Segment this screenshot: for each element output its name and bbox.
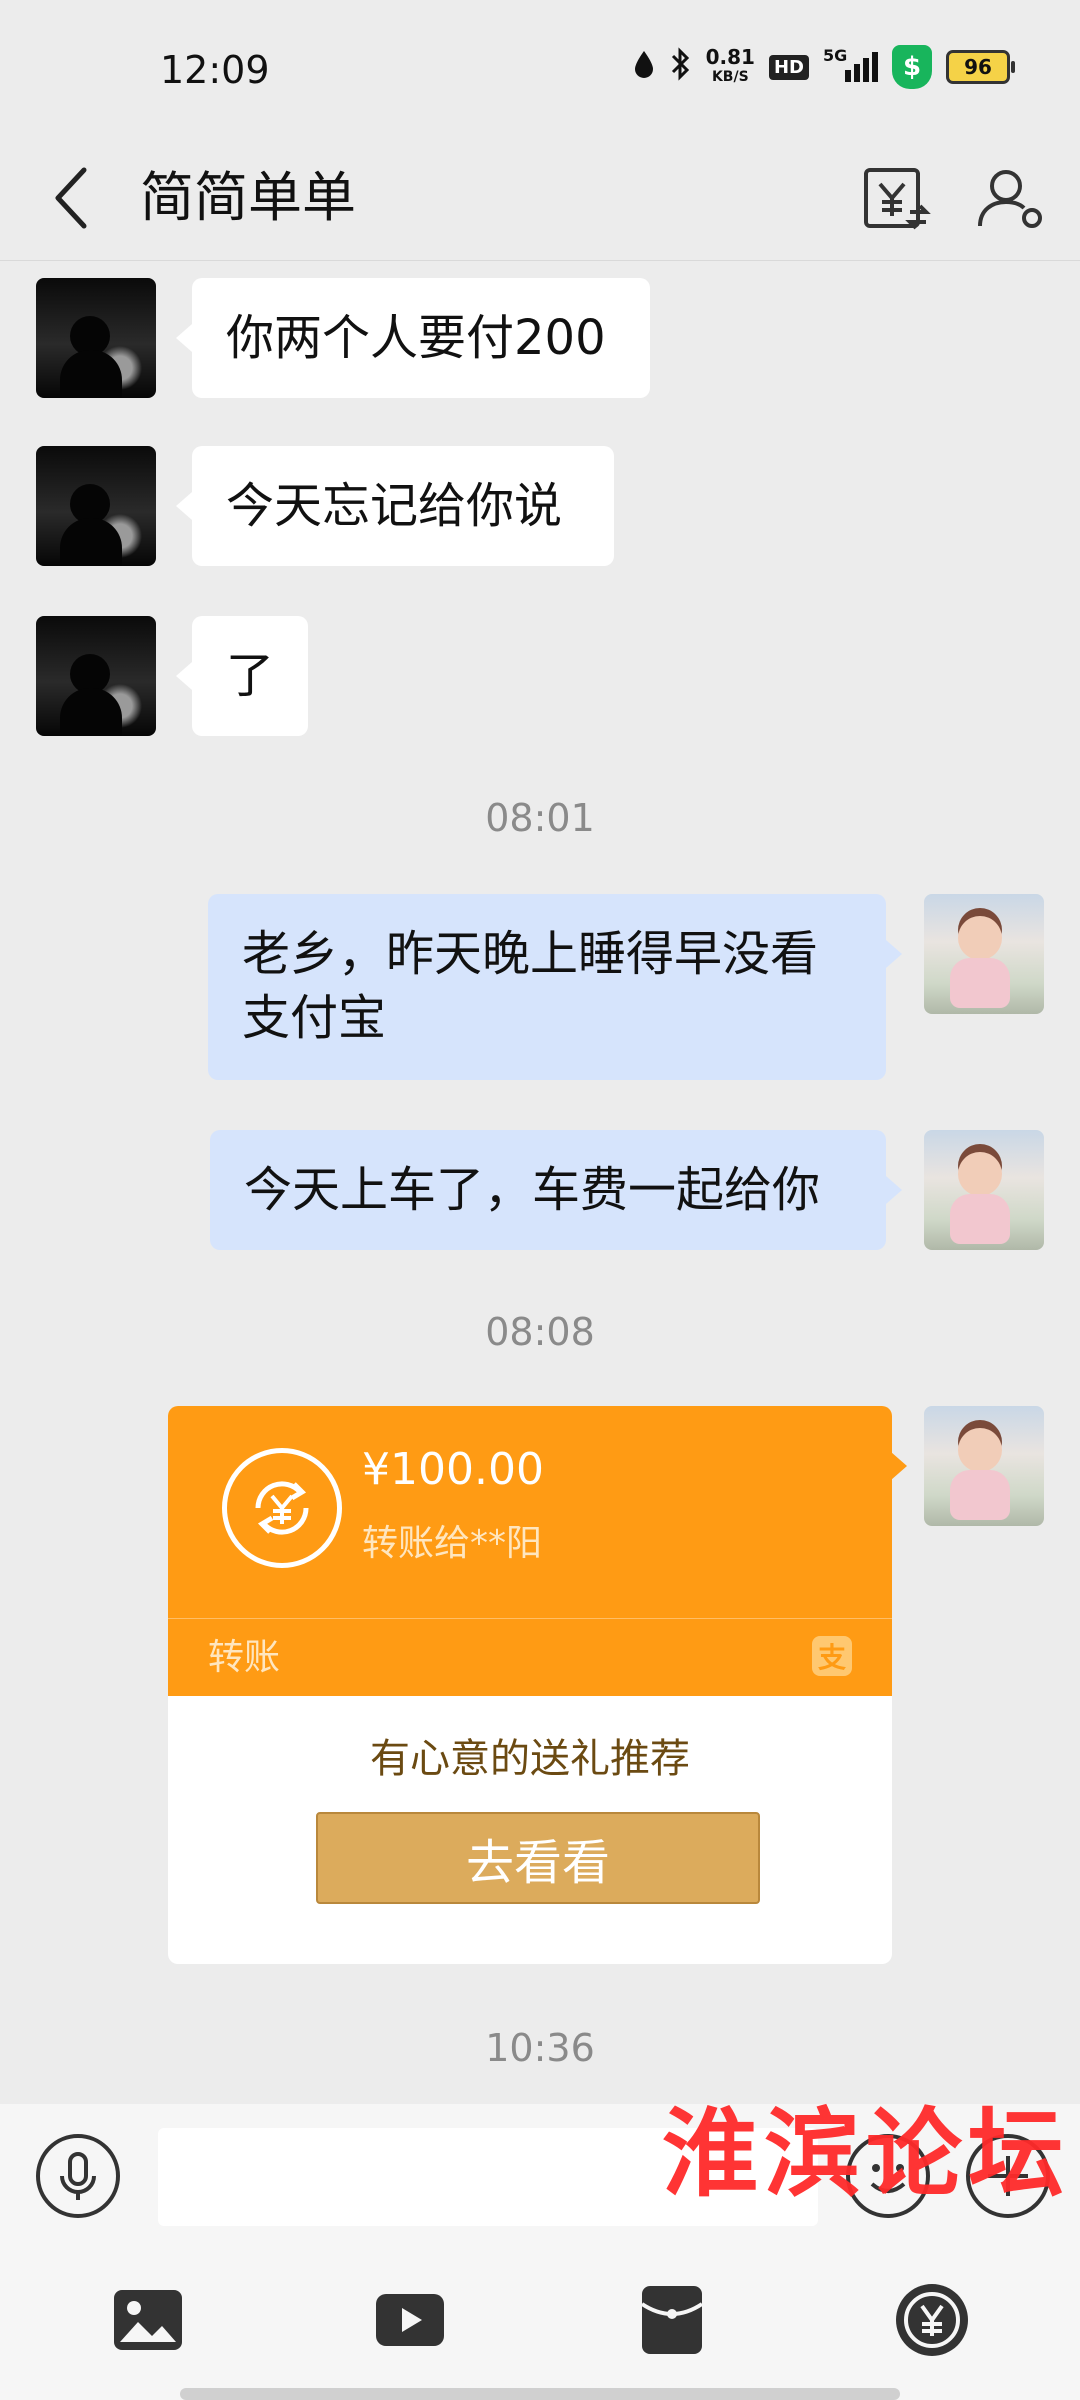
status-icons: 0.81 KB/S HD 5G $ 96 [632, 45, 1015, 89]
message-bubble-incoming[interactable]: 今天忘记给你说 [176, 446, 614, 566]
chat-title: 简简单单 [140, 166, 356, 229]
transfer-card[interactable]: ¥100.00 转账给**阳 转账 支 有心意的送礼推荐 去看看 [168, 1406, 892, 1964]
gift-promo-text: 有心意的送礼推荐 [370, 1736, 690, 1782]
status-bar: 12:09 0.81 KB/S HD 5G $ 96 [0, 0, 1080, 140]
forum-watermark: 淮滨论坛 [662, 2097, 1070, 2210]
card-pointer [891, 1452, 907, 1480]
message-bubble-outgoing[interactable]: 老乡，昨天晚上睡得早没看支付宝 [208, 894, 902, 1080]
transfer-recipient: 转账给**阳 [362, 1523, 543, 1564]
yen-transfer-icon[interactable] [852, 156, 936, 240]
video-icon[interactable] [370, 2280, 450, 2360]
signal-icon: 5G [823, 46, 878, 82]
security-shield-icon: $ [892, 45, 932, 89]
bluetooth-icon [670, 46, 692, 88]
my-avatar[interactable] [924, 894, 1044, 1014]
attachment-toolbar [0, 2252, 1080, 2400]
message-bubble-incoming[interactable]: 了 [176, 616, 308, 736]
water-drop-icon [632, 49, 656, 86]
transfer-card-header[interactable]: ¥100.00 转账给**阳 转账 支 [168, 1406, 892, 1696]
contact-avatar[interactable] [36, 446, 156, 566]
contact-avatar[interactable] [36, 616, 156, 736]
message-bubble-incoming[interactable]: 你两个人要付200 [176, 278, 650, 398]
view-gifts-button[interactable]: 去看看 [316, 1812, 760, 1904]
timestamp: 08:08 [485, 1310, 595, 1354]
transfer-icon[interactable] [892, 2280, 972, 2360]
microphone-icon[interactable] [34, 2132, 122, 2220]
battery-level: 96 [964, 55, 992, 79]
network-speed-unit: KB/S [711, 69, 749, 85]
network-type: 5G [823, 46, 848, 65]
timestamp: 10:36 [485, 2026, 595, 2070]
back-arrow-icon[interactable] [44, 158, 104, 238]
message-bubble-outgoing[interactable]: 今天上车了，车费一起给你 [210, 1130, 902, 1250]
hd-badge: HD [768, 54, 809, 80]
network-speed-value: 0.81 [705, 45, 755, 69]
my-avatar[interactable] [924, 1406, 1044, 1526]
status-time: 12:09 [160, 48, 270, 92]
network-speed: 0.81 KB/S [706, 47, 755, 87]
chat-header: 简简单单 [0, 140, 1080, 261]
alipay-icon: 支 [812, 1636, 852, 1676]
user-settings-icon[interactable] [968, 156, 1052, 240]
timestamp: 08:01 [485, 796, 595, 840]
transfer-label: 转账 [208, 1637, 281, 1678]
transfer-amount: ¥100.00 [362, 1444, 544, 1495]
my-avatar[interactable] [924, 1130, 1044, 1250]
contact-avatar[interactable] [36, 278, 156, 398]
transfer-yen-icon [222, 1448, 342, 1568]
battery-icon: 96 [946, 50, 1015, 84]
red-packet-icon[interactable] [632, 2280, 712, 2360]
card-divider [168, 1618, 892, 1619]
gesture-bar [180, 2388, 900, 2400]
image-icon[interactable] [108, 2280, 188, 2360]
